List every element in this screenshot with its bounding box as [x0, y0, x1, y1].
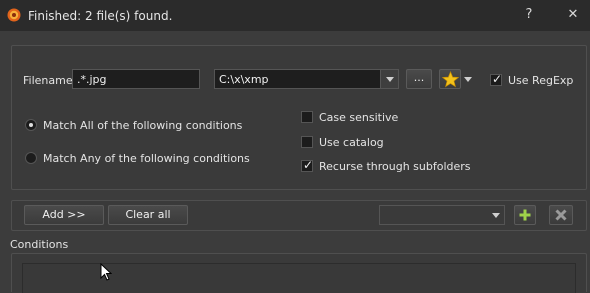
- use-regexp-checkbox[interactable]: ✓: [490, 72, 503, 86]
- use-catalog-checkbox[interactable]: [301, 136, 313, 148]
- conditions-panel: [11, 253, 587, 293]
- filename-input[interactable]: .*.jpg: [72, 69, 200, 89]
- browse-button[interactable]: ...: [406, 69, 432, 89]
- case-sensitive-label: Case sensitive: [319, 111, 399, 124]
- chevron-down-icon[interactable]: [380, 70, 398, 88]
- app-logo-icon: [7, 8, 21, 22]
- favorites-button[interactable]: [439, 69, 461, 89]
- x-icon: [555, 209, 567, 221]
- case-sensitive-checkbox[interactable]: [301, 111, 313, 123]
- add-condition-button[interactable]: [514, 205, 536, 225]
- chevron-down-icon: [464, 77, 472, 82]
- check-icon: ✓: [492, 72, 503, 86]
- recurse-checkbox[interactable]: ✓: [301, 158, 314, 172]
- path-combobox[interactable]: C:\x\xmp: [214, 69, 399, 89]
- chevron-down-icon[interactable]: [487, 206, 504, 224]
- filename-label: Filename: [23, 74, 73, 87]
- star-icon: [442, 71, 459, 88]
- remove-condition-button[interactable]: [549, 205, 573, 225]
- favorites-dropdown[interactable]: [462, 69, 474, 89]
- radio-selected-dot: [29, 123, 33, 127]
- mouse-cursor-icon: [100, 263, 112, 281]
- recurse-label: Recurse through subfolders: [319, 160, 471, 173]
- title-bar: Finished: 2 file(s) found. ? ✕: [0, 0, 590, 31]
- condition-type-combobox[interactable]: [379, 205, 505, 225]
- clear-all-button[interactable]: Clear all: [108, 205, 188, 225]
- path-value: C:\x\xmp: [219, 73, 269, 86]
- use-catalog-label: Use catalog: [319, 136, 384, 149]
- add-button[interactable]: Add >>: [24, 205, 104, 225]
- conditions-label: Conditions: [10, 238, 69, 251]
- window-title: Finished: 2 file(s) found.: [28, 9, 173, 23]
- match-any-label: Match Any of the following conditions: [43, 152, 250, 165]
- plus-icon: [519, 209, 531, 221]
- match-all-label: Match All of the following conditions: [43, 119, 243, 132]
- check-icon: ✓: [303, 158, 314, 172]
- close-button[interactable]: ✕: [562, 5, 584, 25]
- search-panel: [11, 45, 587, 190]
- match-all-radio[interactable]: [25, 119, 37, 131]
- use-regexp-label: Use RegExp: [508, 74, 574, 87]
- match-any-radio[interactable]: [25, 152, 37, 164]
- help-button[interactable]: ?: [518, 5, 540, 25]
